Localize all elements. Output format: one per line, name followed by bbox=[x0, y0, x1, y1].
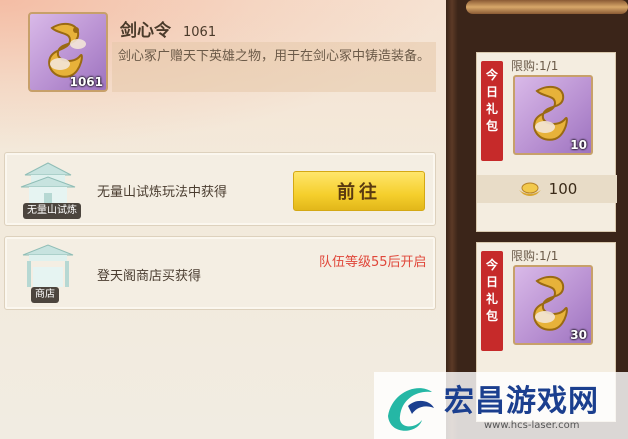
source-tag-shop: 商店 bbox=[31, 287, 59, 303]
item-icon-frame: 1061 bbox=[28, 12, 108, 92]
pack-item-frame: 30 bbox=[513, 265, 593, 345]
pack-item-count: 30 bbox=[570, 328, 587, 342]
watermark-url: www.hcs-laser.com bbox=[484, 420, 580, 431]
watermark-logo-icon bbox=[388, 388, 434, 431]
item-name: 剑心令 bbox=[120, 21, 171, 41]
source-icon-trial: 无量山试炼 bbox=[13, 157, 83, 221]
pack-price: 100 bbox=[548, 180, 578, 198]
source-row-trial: 无量山试炼 无量山试炼玩法中获得 前往 bbox=[4, 152, 436, 226]
unlock-requirement-text: 队伍等级55后开启 bbox=[319, 255, 427, 270]
site-watermark: 宏昌游戏网 www.hcs-laser.com bbox=[374, 372, 628, 439]
item-title-row: 剑心令 1061 bbox=[120, 16, 216, 41]
pack-item-count: 10 bbox=[570, 138, 587, 152]
pack-item-frame: 10 bbox=[513, 75, 593, 155]
pavilion-icon bbox=[22, 244, 74, 287]
price-bar[interactable]: 100 bbox=[477, 175, 617, 203]
watermark-text: 宏昌游戏网 bbox=[444, 384, 599, 419]
purchase-limit: 限购:1/1 bbox=[511, 249, 559, 263]
pavilion-icon bbox=[20, 162, 76, 205]
source-tag-trial: 无量山试炼 bbox=[23, 203, 81, 219]
purchase-limit: 限购:1/1 bbox=[511, 59, 559, 73]
scroll-roller bbox=[466, 0, 628, 14]
item-count-badge: 1061 bbox=[69, 75, 103, 89]
gold-ingot-icon bbox=[518, 182, 541, 196]
source-description-trial: 无量山试炼玩法中获得 bbox=[97, 185, 228, 200]
item-quantity: 1061 bbox=[183, 25, 217, 40]
source-description-shop: 登天阁商店买获得 bbox=[97, 269, 202, 284]
daily-pack-ribbon: 今日礼包 bbox=[481, 61, 503, 161]
daily-pack-ribbon: 今日礼包 bbox=[481, 251, 503, 351]
source-row-shop: 商店 登天阁商店买获得 队伍等级55后开启 bbox=[4, 236, 436, 310]
go-button[interactable]: 前往 bbox=[293, 171, 425, 211]
gift-pack-card-1[interactable]: 今日礼包 限购:1/1 10 100 bbox=[476, 52, 617, 232]
item-description: 剑心冢广赠天下英雄之物，用于在剑心冢中铸造装备。 bbox=[112, 42, 436, 92]
source-icon-shop: 商店 bbox=[13, 241, 83, 305]
